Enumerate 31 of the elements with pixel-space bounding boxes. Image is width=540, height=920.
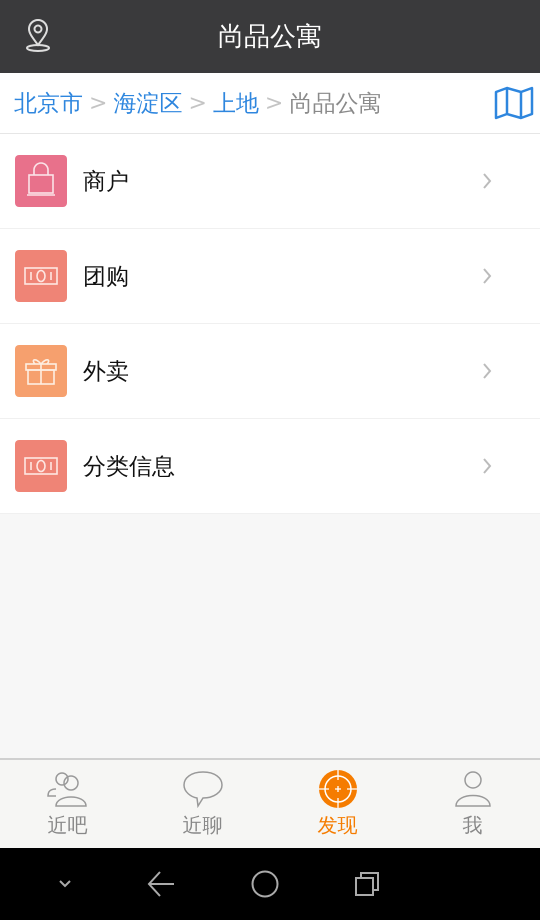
chevron-icon [482, 362, 492, 380]
breadcrumb-link[interactable]: 上地 [212, 88, 259, 118]
tab[interactable]: 近吧 [0, 760, 135, 848]
breadcrumb-separator: > [89, 90, 108, 116]
menu-item[interactable]: 分类信息 [0, 419, 540, 514]
menu-label: 团购 [83, 262, 130, 292]
menu-item[interactable]: 团购 [0, 229, 540, 324]
tab[interactable]: 发现 [270, 760, 405, 848]
breadcrumb-separator: > [188, 90, 207, 116]
menu-item[interactable]: 商户 [0, 134, 540, 229]
tab[interactable]: 我 [405, 760, 540, 848]
back-icon[interactable] [146, 870, 176, 898]
menu-label: 商户 [83, 168, 130, 196]
menu-item[interactable]: 外卖 [0, 324, 540, 419]
breadcrumb-link[interactable]: 海淀区 [113, 88, 182, 118]
people-icon [46, 770, 90, 808]
speech-bubble-icon [180, 770, 224, 808]
map-icon[interactable] [494, 86, 534, 120]
breadcrumb-separator: > [264, 90, 284, 116]
breadcrumb-link[interactable]: 北京市 [14, 88, 83, 118]
chevron-icon [482, 267, 492, 285]
recents-icon[interactable] [354, 871, 380, 897]
chevron-icon [482, 457, 492, 475]
home-icon[interactable] [250, 869, 280, 899]
tab[interactable]: 近聊 [135, 760, 270, 848]
menu-label: 外卖 [83, 358, 130, 386]
menu-label: 分类信息 [83, 452, 176, 482]
page-title: 尚品公寓 [218, 21, 322, 54]
chevron-icon [482, 172, 492, 190]
chevron-down-icon[interactable] [56, 879, 73, 889]
location-pin-icon[interactable] [24, 19, 52, 53]
